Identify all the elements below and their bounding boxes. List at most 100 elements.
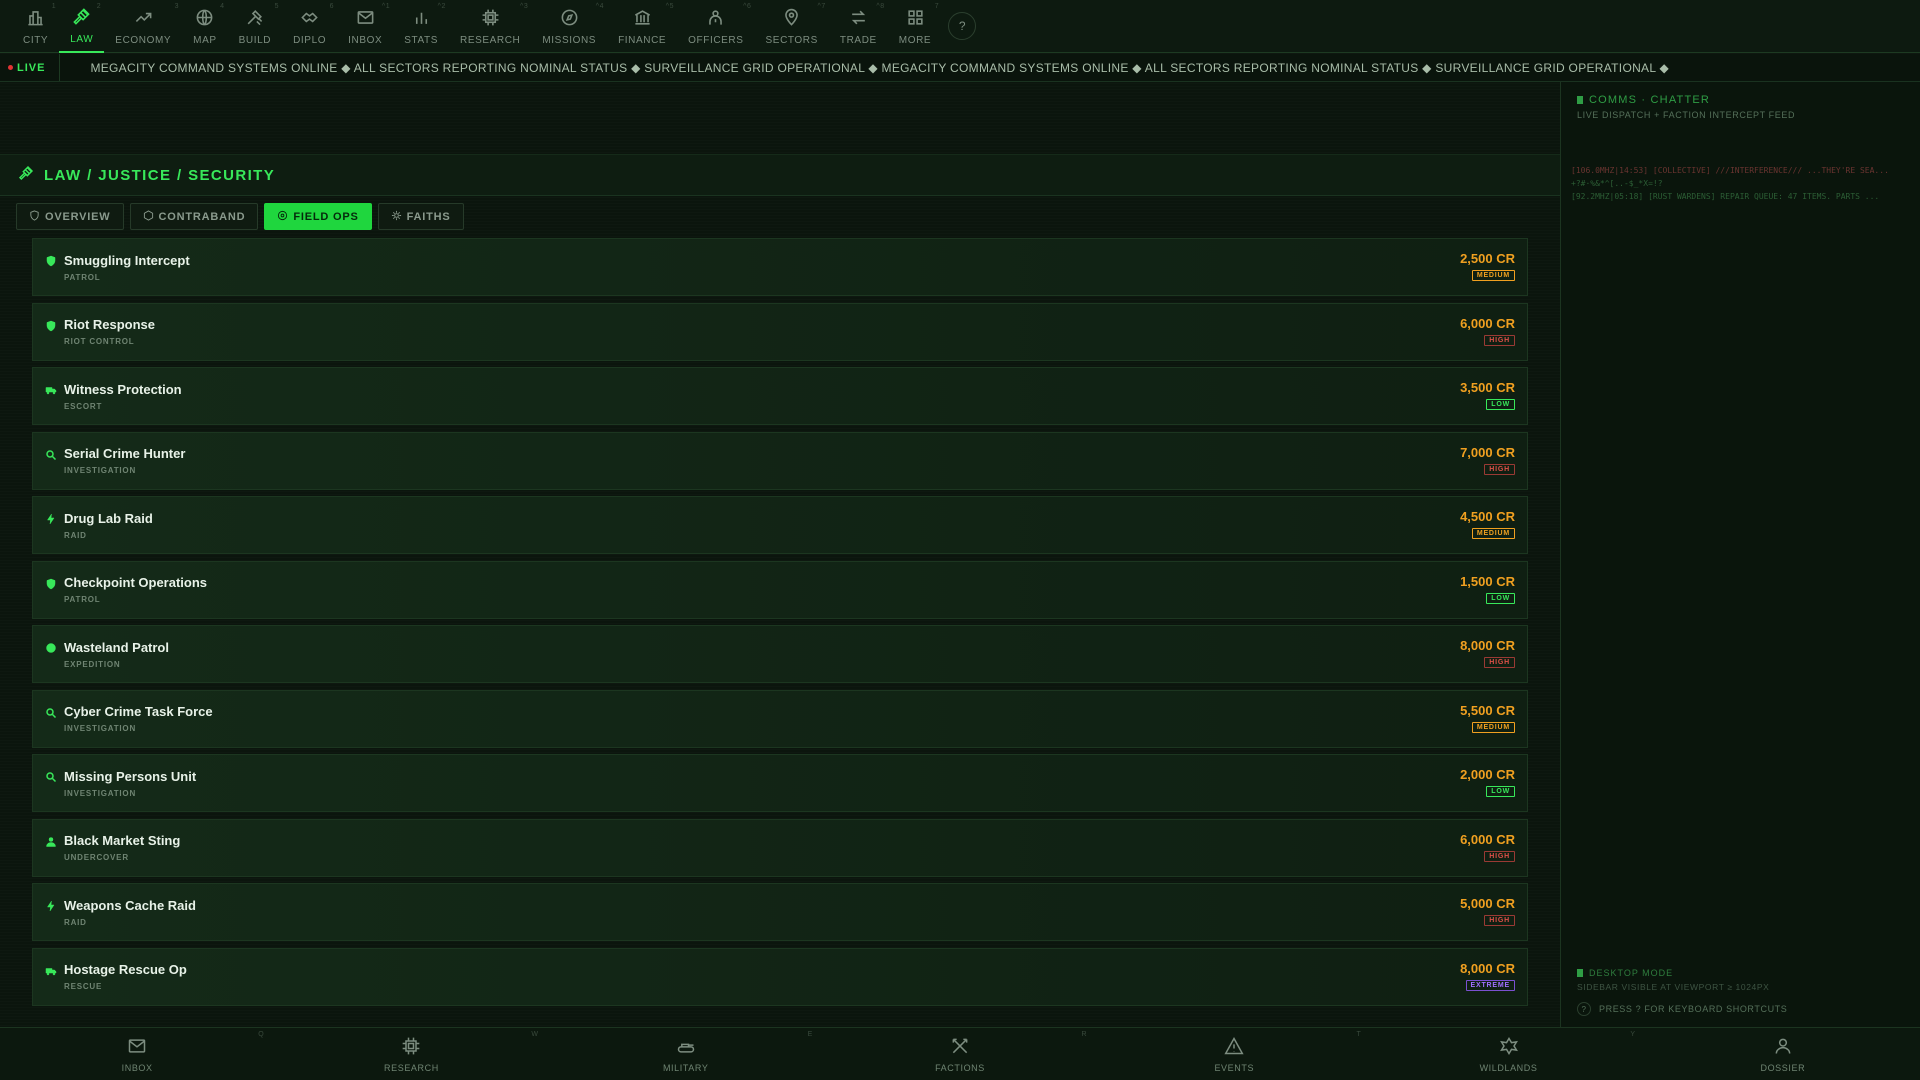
op-name: Drug Lab Raid	[64, 510, 153, 526]
tab-contraband[interactable]: CONTRABAND	[129, 203, 259, 230]
hotkey-label: 2	[96, 3, 102, 10]
hotkey-label: ^2	[437, 3, 446, 10]
op-meta: 1,500 CR LOW	[1460, 574, 1515, 604]
feed-line: +?#·%&*^[..-$_*X=!?	[1571, 179, 1663, 188]
hotkey-label: 5	[274, 3, 280, 10]
nav-item-law[interactable]: 2 LAW	[59, 0, 105, 53]
bottom-nav-label: RESEARCH	[384, 1062, 439, 1073]
compass-icon	[560, 8, 579, 30]
bottom-nav-label: FACTIONS	[935, 1062, 985, 1073]
tab-overview[interactable]: OVERVIEW	[16, 203, 124, 230]
swords-icon	[950, 1036, 970, 1058]
field-op-row[interactable]: Wasteland Patrol EXPEDITION 8,000 CR HIGH	[32, 625, 1528, 683]
op-type: UNDERCOVER	[64, 853, 129, 862]
live-indicator: LIVE	[0, 54, 61, 81]
op-name: Witness Protection	[64, 381, 182, 397]
nav-item-research[interactable]: ^3 RESEARCH	[449, 0, 531, 53]
nav-item-finance[interactable]: ^5 FINANCE	[607, 0, 677, 53]
op-name: Smuggling Intercept	[64, 252, 190, 268]
nav-item-label: OFFICERS	[688, 34, 744, 46]
field-op-row[interactable]: Smuggling Intercept PATROL 2,500 CR MEDIUM	[32, 238, 1528, 296]
swap-icon	[849, 8, 868, 30]
nav-item-inbox[interactable]: ^1 INBOX	[337, 0, 393, 53]
nav-item-city[interactable]: 1 CITY	[12, 0, 59, 53]
comms-sidebar: COMMS · CHATTER LIVE DISPATCH + FACTION …	[1560, 82, 1920, 1027]
bottom-nav-research[interactable]: W RESEARCH	[274, 1028, 548, 1080]
field-op-row[interactable]: Drug Lab Raid RAID 4,500 CR MEDIUM	[32, 496, 1528, 554]
tab-faiths[interactable]: FAITHS	[377, 203, 464, 230]
shield-icon	[45, 319, 57, 331]
chip-icon	[401, 1036, 421, 1058]
field-op-row[interactable]: Black Market Sting UNDERCOVER 6,000 CR HIGH	[32, 818, 1528, 877]
section-tabs: OVERVIEW CONTRABAND FIELD OPS FAITHS	[16, 203, 464, 230]
nav-item-label: STATS	[404, 34, 438, 46]
desktop-mode-subtitle: SIDEBAR VISIBLE AT VIEWPORT ≥ 1024PX	[1577, 982, 1770, 992]
field-op-row[interactable]: Weapons Cache Raid RAID 5,000 CR HIGH	[32, 883, 1528, 941]
risk-badge: HIGH	[1484, 657, 1515, 668]
field-op-row[interactable]: Witness Protection ESCORT 3,500 CR LOW	[32, 367, 1528, 425]
hotkey-label: ^1	[381, 3, 391, 10]
field-op-row[interactable]: Checkpoint Operations PATROL 1,500 CR LOW	[32, 560, 1528, 619]
field-op-row[interactable]: Riot Response RIOT CONTROL 6,000 CR HIGH	[32, 302, 1528, 361]
shortcut-hint-label: PRESS ? FOR KEYBOARD SHORTCUTS	[1599, 1004, 1788, 1014]
nav-item-stats[interactable]: ^2 STATS	[393, 0, 449, 53]
hotkey-label: ^8	[876, 3, 885, 10]
nav-item-officers[interactable]: ^6 OFFICERS	[677, 0, 754, 53]
bottom-nav-label: MILITARY	[662, 1062, 709, 1073]
bottom-nav-wildlands[interactable]: Y WILDLANDS	[1371, 1028, 1645, 1080]
nav-item-build[interactable]: 5 BUILD	[228, 0, 282, 53]
comms-title: COMMS · CHATTER	[1577, 94, 1710, 106]
op-text: Cyber Crime Task Force INVESTIGATION	[64, 704, 213, 733]
comms-title-label: COMMS · CHATTER	[1589, 94, 1711, 106]
bottom-nav-inbox[interactable]: Q INBOX	[0, 1028, 274, 1080]
nav-item-more[interactable]: 7 MORE	[888, 0, 942, 53]
hotkey-label: Q	[258, 1031, 265, 1038]
bottom-nav-factions[interactable]: R FACTIONS	[823, 1028, 1097, 1080]
desktop-mode-label: DESKTOP MODE	[1589, 968, 1674, 978]
comms-subtitle: LIVE DISPATCH + FACTION INTERCEPT FEED	[1577, 110, 1796, 120]
op-meta: 2,500 CR MEDIUM	[1460, 251, 1515, 281]
nav-item-economy[interactable]: 3 ECONOMY	[104, 0, 182, 53]
op-reward: 8,000 CR	[1460, 638, 1515, 653]
op-meta: 5,500 CR MEDIUM	[1460, 703, 1515, 733]
tab-label: FAITHS	[406, 210, 451, 223]
nav-item-sectors[interactable]: ^7 SECTORS	[755, 0, 829, 53]
nav-item-trade[interactable]: ^8 TRADE	[829, 0, 888, 53]
tab-field-ops[interactable]: FIELD OPS	[264, 203, 372, 230]
op-name: Black Market Sting	[64, 833, 181, 848]
op-name: Wasteland Patrol	[64, 639, 169, 655]
tab-label: OVERVIEW	[45, 210, 111, 223]
nav-item-label: SECTORS	[765, 34, 818, 46]
tank-icon	[676, 1036, 696, 1058]
comms-feed: [106.0MHZ|14:53] [COLLECTIVE] ///INTERFE…	[1571, 164, 1911, 203]
nav-item-map[interactable]: 4 MAP	[182, 0, 227, 53]
news-ticker: LIVE MEGACITY COMMAND SYSTEMS ONLINE ◆ A…	[0, 54, 1920, 82]
field-op-row[interactable]: Hostage Rescue Op RESCUE 8,000 CR EXTREME	[32, 947, 1528, 1006]
shortcut-hint[interactable]: ? PRESS ? FOR KEYBOARD SHORTCUTS	[1577, 1002, 1787, 1016]
nav-item-diplo[interactable]: 6 DIPLO	[282, 0, 337, 53]
leaf-icon	[1499, 1036, 1519, 1058]
op-meta: 8,000 CR HIGH	[1460, 638, 1515, 668]
bolt-icon	[45, 899, 57, 912]
bank-icon	[633, 8, 652, 30]
pin-icon	[782, 8, 801, 30]
field-op-row[interactable]: Missing Persons Unit INVESTIGATION 2,000 C…	[32, 754, 1528, 812]
hotkey-label: 1	[51, 3, 57, 10]
op-meta: 6,000 CR HIGH	[1460, 316, 1515, 346]
field-op-row[interactable]: Serial Crime Hunter INVESTIGATION 7,000 CR…	[32, 431, 1528, 490]
op-type: EXPEDITION	[64, 659, 121, 669]
nav-item-missions[interactable]: ^4 MISSIONS	[531, 0, 607, 53]
op-text: Riot Response RIOT CONTROL	[64, 317, 155, 346]
risk-badge: MEDIUM	[1471, 528, 1515, 539]
risk-badge: LOW	[1486, 786, 1515, 797]
op-text: Checkpoint Operations PATROL	[64, 575, 207, 604]
bottom-nav-events[interactable]: T EVENTS	[1097, 1028, 1371, 1080]
help-button[interactable]: ?	[948, 12, 977, 40]
risk-badge: LOW	[1486, 399, 1515, 410]
bottom-nav-dossier[interactable]: DOSSIER	[1646, 1028, 1920, 1080]
warning-icon	[1224, 1036, 1244, 1058]
hotkey-label: W	[531, 1031, 539, 1038]
field-op-row[interactable]: Cyber Crime Task Force INVESTIGATION 5,500…	[32, 689, 1528, 748]
nav-item-label: MISSIONS	[542, 34, 597, 46]
bottom-nav-military[interactable]: E MILITARY	[549, 1028, 823, 1080]
